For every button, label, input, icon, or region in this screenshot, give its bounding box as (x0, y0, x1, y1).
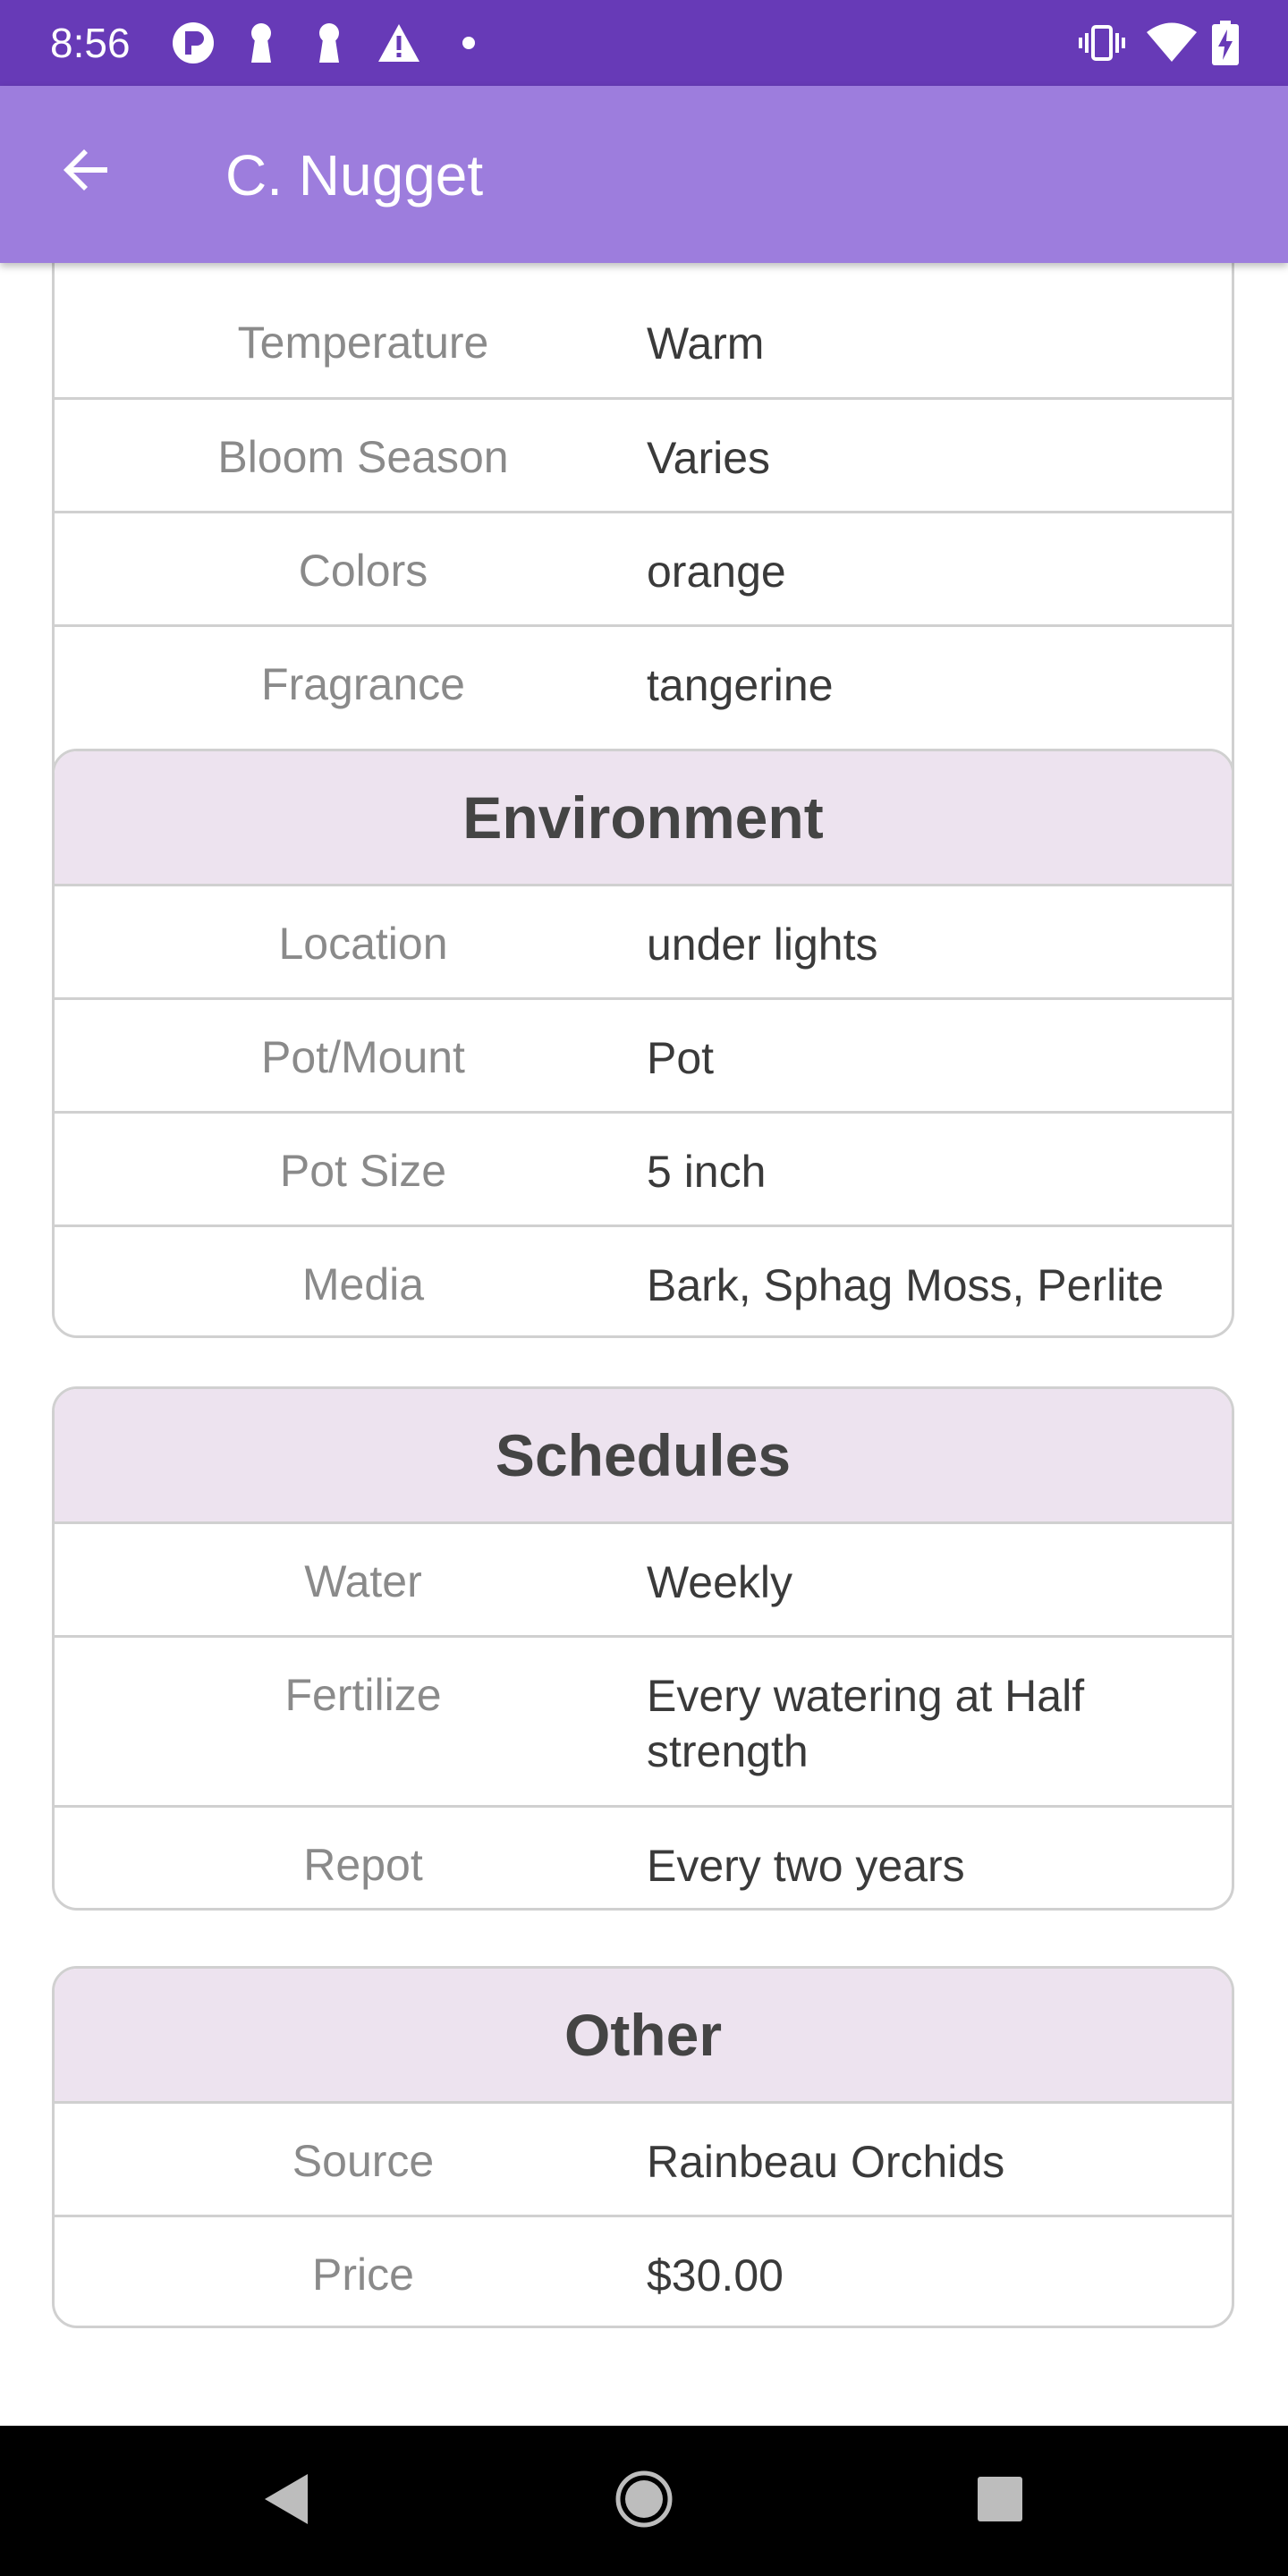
card-title: Environment (55, 751, 1232, 886)
keyhole-icon (242, 18, 281, 68)
navigation-bar (0, 2426, 1288, 2576)
table-row: Temperature Warm (55, 263, 1232, 400)
table-row: Water Weekly (55, 1524, 1232, 1638)
row-label: Colors (298, 546, 428, 596)
card-title: Schedules (55, 1389, 1232, 1524)
row-label: Source (292, 2136, 435, 2186)
row-value: Varies (647, 433, 771, 483)
p-logo-icon (168, 18, 218, 68)
schedules-card: Schedules Water Weekly Fertilize Every w… (52, 1386, 1234, 1911)
warning-icon (376, 18, 422, 68)
table-row: Repot Every two years (55, 1808, 1232, 1908)
row-label: Water (304, 1556, 422, 1606)
row-value: Weekly (647, 1557, 793, 1607)
row-value: Bark, Sphag Moss, Perlite (647, 1260, 1165, 1310)
arrow-left-icon (59, 143, 113, 201)
row-label: Location (278, 919, 448, 969)
nav-back-button[interactable] (242, 2456, 331, 2546)
nav-recents-button[interactable] (955, 2456, 1045, 2546)
page-title: C. Nugget (225, 143, 484, 208)
row-label: Temperature (237, 318, 489, 368)
table-row: Location under lights (55, 886, 1232, 1000)
table-row: Source Rainbeau Orchids (55, 2104, 1232, 2217)
keyhole-icon (309, 18, 349, 68)
row-label: Media (301, 1259, 425, 1309)
row-value: $30.00 (647, 2250, 784, 2301)
square-recents-icon (975, 2474, 1025, 2529)
row-label: Fertilize (284, 1670, 442, 1720)
row-value: Pot (647, 1033, 715, 1083)
app-bar: C. Nugget (0, 86, 1288, 263)
circle-home-icon (614, 2469, 674, 2534)
row-label: Fragrance (261, 659, 465, 709)
battery-charging-icon (1209, 18, 1241, 68)
row-label: Pot/Mount (261, 1032, 465, 1082)
row-value: tangerine (647, 660, 834, 710)
status-time: 8:56 (50, 20, 131, 66)
row-label: Repot (303, 1840, 423, 1890)
table-row: Fragrance tangerine (55, 627, 1232, 741)
table-row: Pot Size 5 inch (55, 1114, 1232, 1227)
row-value: Every watering at Half strength (647, 1671, 1085, 1776)
row-value: orange (647, 547, 786, 597)
status-bar: 8:56 (0, 0, 1288, 86)
table-row: Price $30.00 (55, 2217, 1232, 2326)
other-card: Other Source Rainbeau Orchids Price $30.… (52, 1966, 1234, 2328)
dot-icon (458, 18, 479, 68)
row-label: Bloom Season (217, 432, 509, 482)
row-value: under lights (647, 919, 878, 970)
back-button[interactable] (36, 122, 136, 222)
card-title: Other (55, 1969, 1232, 2104)
nav-home-button[interactable] (599, 2456, 689, 2546)
row-label: Pot Size (279, 1146, 447, 1196)
row-value: Every two years (647, 1841, 965, 1891)
table-row: Bloom Season Varies (55, 400, 1232, 513)
table-row: Colors orange (55, 513, 1232, 627)
environment-card: Environment Location under lights Pot/Mo… (52, 749, 1234, 1338)
triangle-back-icon (259, 2470, 313, 2532)
table-row: Pot/Mount Pot (55, 1000, 1232, 1114)
row-value: 5 inch (647, 1147, 767, 1197)
row-value: Warm (647, 318, 765, 369)
table-row: Fertilize Every watering at Half strengt… (55, 1638, 1232, 1808)
details-scroll-area[interactable]: Temperature Warm Bloom Season Varies Col… (0, 263, 1288, 2426)
wifi-icon (1145, 18, 1199, 68)
vibrate-icon (1077, 18, 1127, 68)
row-value: Rainbeau Orchids (647, 2137, 1005, 2187)
row-label: Price (312, 2250, 414, 2300)
table-row: Media Bark, Sphag Moss, Perlite (55, 1227, 1232, 1335)
